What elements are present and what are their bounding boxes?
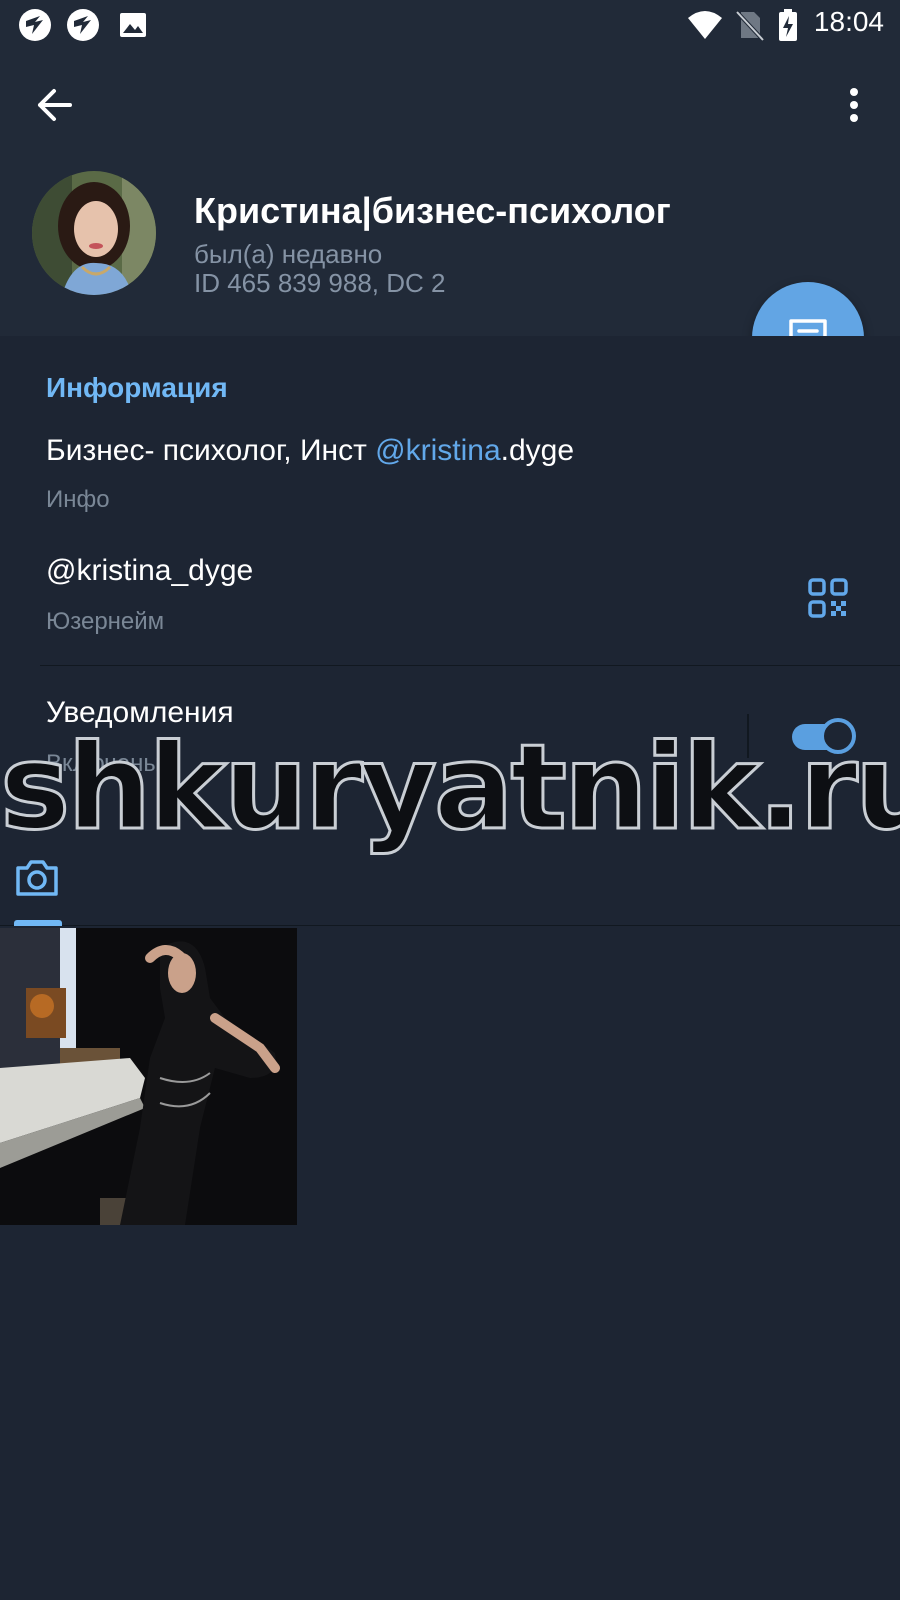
tab-indicator [14,920,62,926]
bio-text: Бизнес- психолог, Инст @kristina.dyge [46,434,574,468]
bio-text-before: Бизнес- психолог, Инст [46,434,376,467]
more-vertical-icon[interactable] [834,80,874,130]
user-id-text: ID 465 839 988, DC 2 [194,268,446,298]
last-seen-text: был(а) недавно [194,239,383,269]
camera-icon[interactable] [14,856,60,898]
status-bar: 18:04 [0,0,900,50]
bio-link[interactable]: @kristina [375,434,500,467]
app-notification-icon [19,9,51,41]
divider [40,665,900,666]
media-photo-thumbnail[interactable] [0,928,297,1225]
image-icon [120,13,146,37]
profile-name: Кристина|бизнес-психолог [194,190,671,231]
arrow-left-icon[interactable] [30,80,80,130]
clock: 18:04 [813,6,884,37]
username-label: Юзернейм [46,608,165,635]
qr-code-icon[interactable] [808,578,848,618]
bio-text-after: .dyge [500,434,575,467]
bio-label: Инфо [46,486,110,513]
no-sim-icon [735,10,765,42]
battery-charging-icon [779,9,797,41]
watermark-text: shkuryatnik.ru [0,718,900,856]
wifi-icon [688,11,722,39]
profile-status: был(а) недавно ID 465 839 988, DC 2 [194,240,446,298]
avatar[interactable] [32,171,156,295]
app-notification-icon [67,9,99,41]
username-value[interactable]: @kristina_dyge [46,554,253,588]
section-title: Информация [46,372,228,403]
profile-header: Кристина|бизнес-психолог был(а) недавно … [0,50,900,336]
